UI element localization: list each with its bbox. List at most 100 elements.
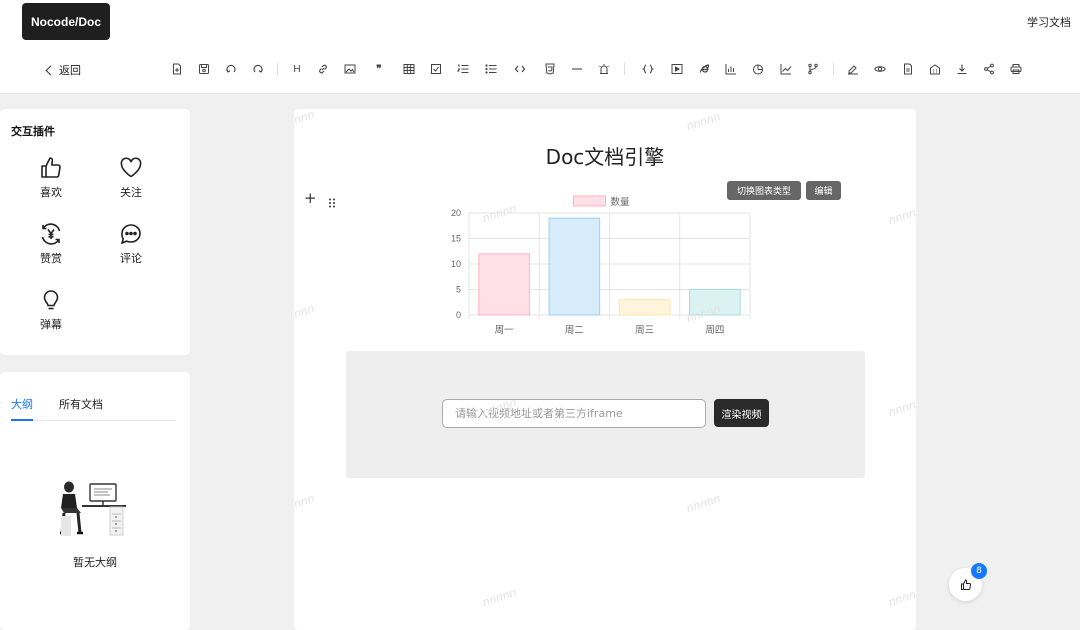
watermark: nnnnn — [886, 395, 916, 420]
quote-icon[interactable]: ❞ — [372, 62, 386, 76]
table-icon[interactable] — [402, 62, 416, 76]
building-icon[interactable] — [928, 62, 942, 76]
undo-icon[interactable] — [224, 62, 238, 76]
add-block-icon[interactable]: + — [304, 189, 317, 207]
back-label: 返回 — [59, 64, 81, 77]
doc-title[interactable]: Doc文档引擎 — [294, 141, 916, 170]
x-tick-label: 周四 — [705, 325, 724, 336]
x-tick-label: 周二 — [565, 325, 584, 336]
bar — [548, 217, 601, 316]
download-icon[interactable] — [955, 62, 969, 76]
y-tick-label: 20 — [451, 208, 461, 218]
checklist-icon[interactable] — [429, 62, 443, 76]
new-file-icon[interactable] — [170, 62, 184, 76]
legend-label: 数量 — [611, 196, 631, 208]
plugins-title: 交互插件 — [11, 125, 55, 138]
watermark: nnnnn — [684, 109, 723, 134]
video-icon[interactable] — [670, 62, 684, 76]
code-block-icon[interactable] — [641, 62, 655, 76]
ie-browser-icon[interactable] — [698, 62, 712, 76]
yen-coin-icon — [39, 222, 63, 246]
watermark: nnnnn — [684, 491, 723, 516]
y-tick-label: 0 — [456, 310, 461, 320]
html5-icon[interactable] — [543, 62, 557, 76]
learn-docs-link[interactable]: 学习文档 — [1027, 14, 1071, 30]
plugin-comment[interactable]: 评论 — [111, 222, 151, 266]
plugin-label: 弹幕 — [40, 318, 62, 331]
y-tick-label: 15 — [451, 234, 461, 244]
toolbar-divider — [624, 63, 625, 75]
bullet-list-icon[interactable] — [484, 62, 498, 76]
divider-icon[interactable] — [570, 62, 584, 76]
editor-toolbar: 返回 H ❞ — [0, 46, 1080, 94]
save-icon[interactable] — [197, 62, 211, 76]
y-tick-label: 10 — [451, 259, 461, 269]
thumbs-up-icon — [39, 156, 63, 180]
branch-icon[interactable] — [806, 62, 820, 76]
pie-chart-icon[interactable] — [751, 62, 765, 76]
video-embed-block: 渲染视频 — [346, 351, 865, 478]
watermark: nnnnn — [294, 301, 317, 326]
code-icon[interactable] — [513, 62, 527, 76]
tab-all-docs[interactable]: 所有文档 — [59, 396, 103, 412]
watermark: nnnnn — [480, 585, 519, 610]
ordered-list-icon[interactable] — [456, 62, 470, 76]
video-url-input[interactable] — [442, 399, 706, 428]
thumbs-up-icon — [960, 578, 971, 590]
x-tick-label: 周一 — [495, 325, 515, 336]
redo-icon[interactable] — [251, 62, 265, 76]
sign-icon[interactable] — [846, 62, 860, 76]
like-count-badge: 8 — [971, 563, 987, 579]
x-tick-label: 周三 — [635, 325, 654, 336]
bar-chart-icon[interactable] — [724, 62, 738, 76]
outline-panel: 大纲 所有文档 暂无大纲 — [0, 372, 190, 630]
bar — [478, 253, 530, 316]
watermark: nnnnn — [886, 585, 916, 610]
bar-chart: 0 5 10 15 20 周一 周二 周三 周四 数量 — [444, 191, 764, 341]
watermark: nnnnn — [294, 109, 317, 132]
plugin-label: 关注 — [120, 186, 142, 199]
active-tab-indicator — [11, 419, 33, 421]
bar — [618, 299, 671, 316]
back-button[interactable]: 返回 — [45, 62, 81, 78]
bar — [689, 289, 741, 316]
plugin-label: 赞赏 — [40, 252, 62, 265]
interaction-plugins-panel: 交互插件 喜欢 关注 赞赏 评论 弹幕 — [0, 109, 190, 355]
heading-icon[interactable]: H — [290, 62, 304, 76]
tab-outline[interactable]: 大纲 — [11, 396, 33, 412]
image-icon[interactable] — [343, 62, 357, 76]
document-icon[interactable] — [901, 62, 915, 76]
line-chart-icon[interactable] — [779, 62, 793, 76]
top-bar: Nocode/Doc 学习文档 — [0, 0, 1080, 46]
edit-chart-button[interactable]: 编辑 — [806, 181, 841, 200]
print-icon[interactable] — [1009, 62, 1023, 76]
watermark: nnnnn — [294, 491, 317, 516]
comment-icon — [119, 222, 143, 246]
preview-eye-icon[interactable] — [873, 62, 887, 76]
share-icon[interactable] — [982, 62, 996, 76]
chart-svg: 0 5 10 15 20 周一 周二 周三 周四 数量 — [451, 195, 751, 336]
y-tick-label: 5 — [456, 285, 461, 295]
link-icon[interactable] — [316, 62, 330, 76]
toolbar-divider — [833, 63, 834, 75]
plugin-like[interactable]: 喜欢 — [31, 156, 71, 200]
watermark: nnnnn — [886, 203, 916, 228]
lightbulb-icon — [39, 288, 63, 312]
empty-outline-text: 暂无大纲 — [73, 556, 117, 569]
outline-tabs: 大纲 所有文档 — [11, 396, 176, 421]
legend-swatch — [573, 195, 606, 207]
plugin-label: 喜欢 — [40, 186, 62, 199]
render-video-button[interactable]: 渲染视频 — [714, 399, 769, 427]
drag-handle-icon[interactable] — [328, 193, 336, 212]
chevron-left-icon — [45, 65, 56, 75]
heart-icon — [119, 156, 143, 180]
plugin-follow[interactable]: 关注 — [111, 156, 151, 200]
plugin-danmaku[interactable]: 弹幕 — [31, 288, 71, 332]
toolbar-divider — [277, 63, 278, 75]
plugin-reward[interactable]: 赞赏 — [31, 222, 71, 266]
document-canvas: Doc文档引擎 + 切换图表类型 编辑 05101520周一周二周三周四数量 渲… — [294, 109, 916, 630]
plugin-label: 评论 — [120, 252, 142, 265]
logo[interactable]: Nocode/Doc — [22, 3, 110, 40]
alert-icon[interactable] — [597, 62, 611, 76]
empty-illustration — [52, 476, 132, 548]
